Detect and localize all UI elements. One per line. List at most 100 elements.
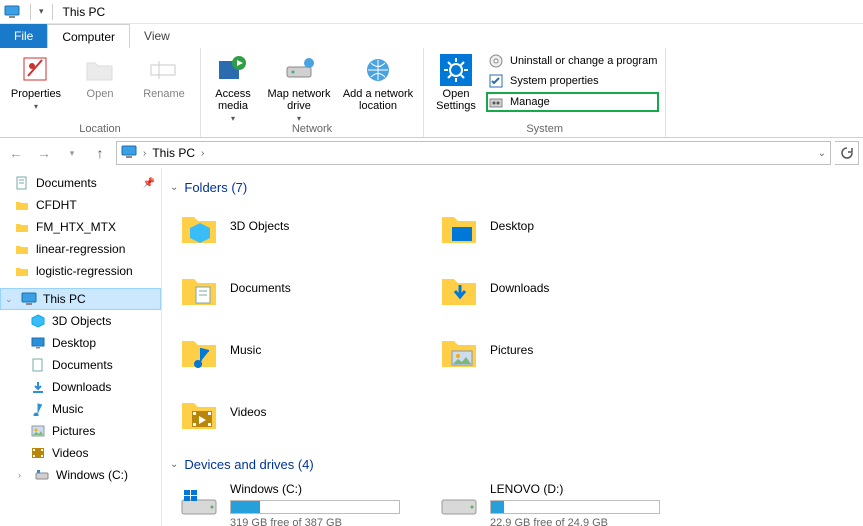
documents-icon <box>14 175 30 191</box>
documents-icon <box>178 267 220 309</box>
breadcrumb-caret-icon[interactable]: › <box>201 148 204 159</box>
open-folder-icon <box>84 54 116 86</box>
collapse-caret-icon: ⌄ <box>170 459 178 470</box>
recent-locations-button[interactable]: ▾ <box>60 141 84 165</box>
address-bar[interactable]: › This PC › ⌄ <box>116 141 831 165</box>
qat-separator <box>30 4 31 20</box>
tree-item-windows-c[interactable]: › Windows (C:) <box>0 464 161 486</box>
breadcrumb-this-pc[interactable]: This PC <box>152 146 195 160</box>
up-button[interactable]: ↑ <box>88 141 112 165</box>
capacity-bar <box>490 500 660 514</box>
folder-desktop[interactable]: Desktop <box>438 205 688 247</box>
this-pc-icon <box>4 4 20 20</box>
ribbon: Properties ▾ Open Rename Location <box>0 48 863 138</box>
tree-item-cfdht[interactable]: CFDHT <box>0 194 161 216</box>
content-pane: ⌄ Folders (7) 3D Objects Desktop Documen… <box>162 168 863 526</box>
expand-caret-icon[interactable]: › <box>18 470 28 480</box>
open-settings-button[interactable]: Open Settings <box>430 50 482 123</box>
pictures-icon <box>30 423 46 439</box>
tree-item-linreg[interactable]: linear-regression <box>0 238 161 260</box>
dropdown-icon: ▾ <box>231 114 235 123</box>
tree-item-documents[interactable]: Documents 📌 <box>0 172 161 194</box>
downloads-icon <box>438 267 480 309</box>
folder-3d-objects[interactable]: 3D Objects <box>178 205 428 247</box>
folders-section-header[interactable]: ⌄ Folders (7) <box>170 180 863 195</box>
uninstall-program-button[interactable]: Uninstall or change a program <box>486 52 659 70</box>
folder-music[interactable]: Music <box>178 329 428 371</box>
music-icon <box>30 401 46 417</box>
desktop-icon <box>438 205 480 247</box>
system-properties-button[interactable]: System properties <box>486 72 659 90</box>
tree-item-pictures[interactable]: Pictures <box>0 420 161 442</box>
folder-icon <box>14 219 30 235</box>
folder-pictures[interactable]: Pictures <box>438 329 688 371</box>
refresh-icon <box>840 146 854 160</box>
folder-downloads[interactable]: Downloads <box>438 267 688 309</box>
capacity-bar <box>230 500 400 514</box>
drive-windows-c[interactable]: Windows (C:) 319 GB free of 387 GB <box>178 482 428 526</box>
folder-videos[interactable]: Videos <box>178 391 428 433</box>
access-media-button[interactable]: Access media ▾ <box>207 50 259 123</box>
folders-grid: 3D Objects Desktop Documents Downloads M… <box>168 205 863 453</box>
rename-button: Rename <box>134 50 194 123</box>
expand-caret-icon[interactable]: ⌄ <box>5 294 15 305</box>
add-network-location-button[interactable]: Add a network location <box>339 50 417 123</box>
navigation-bar: ← → ▾ ↑ › This PC › ⌄ <box>0 138 863 168</box>
qat-dropdown-icon[interactable]: ▾ <box>35 6 48 17</box>
network-drive-icon <box>283 54 315 86</box>
ribbon-tabs: File Computer View <box>0 24 863 48</box>
group-label-location: Location <box>6 123 194 137</box>
tab-computer[interactable]: Computer <box>47 24 130 48</box>
videos-icon <box>178 391 220 433</box>
tab-file[interactable]: File <box>0 24 47 48</box>
drives-grid: Windows (C:) 319 GB free of 387 GB LENOV… <box>168 482 863 526</box>
drives-section-header[interactable]: ⌄ Devices and drives (4) <box>170 457 863 472</box>
open-button: Open <box>70 50 130 123</box>
tree-item-documents[interactable]: Documents <box>0 354 161 376</box>
drive-icon <box>34 467 50 483</box>
forward-button: → <box>32 141 56 165</box>
this-pc-small-icon <box>121 144 137 163</box>
qat-separator <box>52 4 53 20</box>
tree-item-logreg[interactable]: logistic-regression <box>0 260 161 282</box>
checklist-icon <box>488 73 504 89</box>
folder-icon <box>14 197 30 213</box>
tree-item-music[interactable]: Music <box>0 398 161 420</box>
title-bar: ▾ This PC <box>0 0 863 24</box>
tree-item-videos[interactable]: Videos <box>0 442 161 464</box>
music-icon <box>178 329 220 371</box>
pin-icon: 📌 <box>143 178 155 189</box>
downloads-icon <box>30 379 46 395</box>
pictures-icon <box>438 329 480 371</box>
drive-lenovo-d[interactable]: LENOVO (D:) 22.9 GB free of 24.9 GB <box>438 482 688 526</box>
folder-documents[interactable]: Documents <box>178 267 428 309</box>
tree-item-this-pc[interactable]: ⌄ This PC <box>0 288 161 310</box>
refresh-button[interactable] <box>835 141 859 165</box>
3d-objects-icon <box>178 205 220 247</box>
rename-icon <box>148 54 180 86</box>
window-title: This PC <box>63 5 106 19</box>
videos-icon <box>30 445 46 461</box>
dropdown-icon: ▾ <box>34 102 38 111</box>
capacity-fill <box>231 501 260 513</box>
properties-icon <box>20 54 52 86</box>
ribbon-group-network: Access media ▾ Map network drive ▾ Add a… <box>201 48 424 137</box>
tree-item-fm[interactable]: FM_HTX_MTX <box>0 216 161 238</box>
manage-button[interactable]: Manage <box>486 92 659 112</box>
properties-button[interactable]: Properties ▾ <box>6 50 66 123</box>
cd-icon <box>488 53 504 69</box>
breadcrumb-caret-icon[interactable]: › <box>143 148 146 159</box>
manage-icon <box>488 94 504 110</box>
address-history-dropdown[interactable]: ⌄ <box>818 148 826 159</box>
media-icon <box>217 54 249 86</box>
tree-item-desktop[interactable]: Desktop <box>0 332 161 354</box>
folder-icon <box>14 263 30 279</box>
desktop-icon <box>30 335 46 351</box>
tab-view[interactable]: View <box>130 24 184 48</box>
back-button[interactable]: ← <box>4 141 28 165</box>
collapse-caret-icon: ⌄ <box>170 182 178 193</box>
map-network-drive-button[interactable]: Map network drive ▾ <box>263 50 335 123</box>
tree-item-downloads[interactable]: Downloads <box>0 376 161 398</box>
tree-item-3d-objects[interactable]: 3D Objects <box>0 310 161 332</box>
capacity-fill <box>491 501 504 513</box>
